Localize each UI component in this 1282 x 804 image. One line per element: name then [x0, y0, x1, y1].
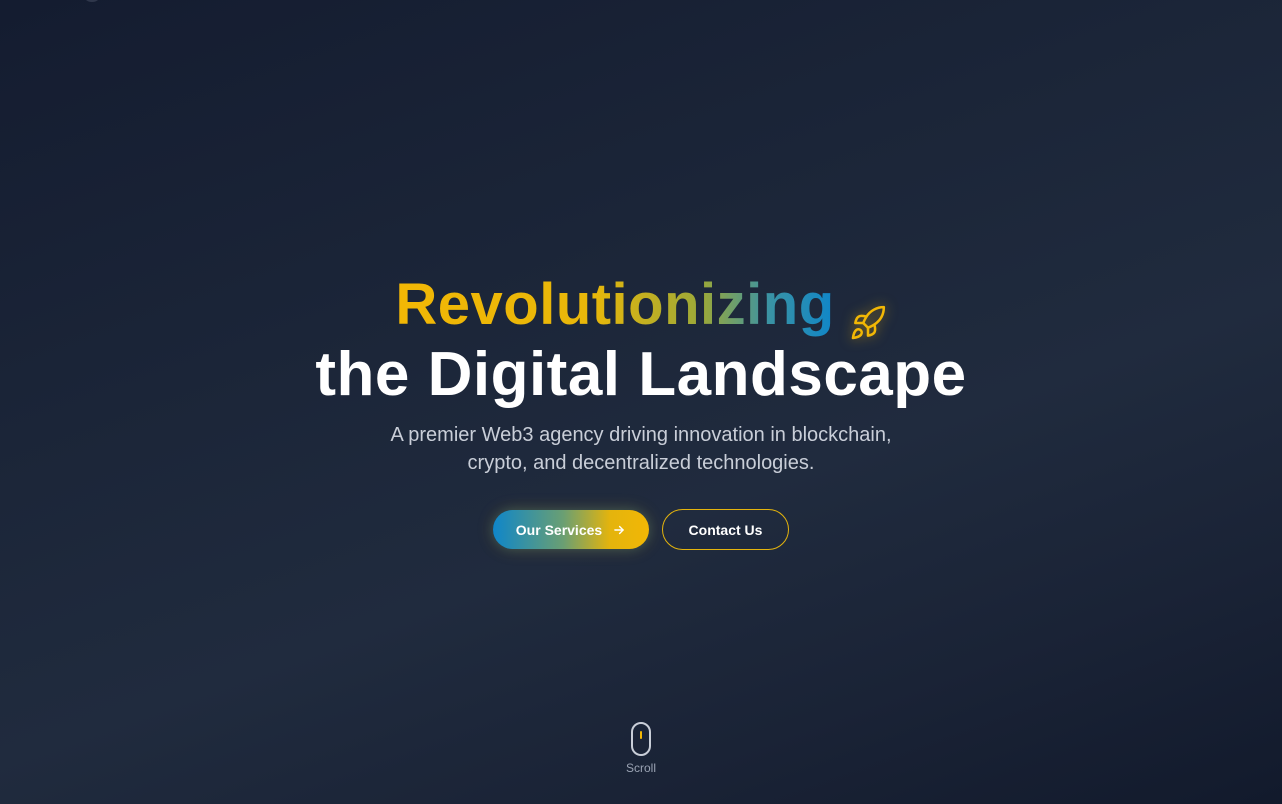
scroll-label: Scroll — [625, 761, 656, 775]
our-services-label: Our Services — [515, 521, 603, 538]
our-services-button[interactable]: Our Services — [493, 510, 649, 549]
hero-subtitle: A premier Web3 agency driving innovation… — [341, 421, 941, 477]
mouse-icon — [631, 722, 651, 756]
logo-mark — [84, 0, 100, 2]
mouse-wheel — [640, 731, 642, 739]
hero-headline: Revolutionizing the Digital Landscape — [0, 270, 1282, 410]
subtitle-line-2: crypto, and decentralized technologies. — [467, 452, 815, 474]
headline-gradient-word: Revolutionizing — [395, 270, 834, 340]
contact-us-button[interactable]: Contact Us — [662, 509, 789, 550]
hero-section: Revolutionizing the Digital Landscape A … — [0, 0, 1282, 804]
headline-line-2: the Digital Landscape — [315, 340, 967, 409]
scroll-indicator[interactable]: Scroll — [616, 722, 666, 778]
headline-line-1: Revolutionizing — [395, 270, 886, 340]
subtitle-line-1: A premier Web3 agency driving innovation… — [390, 424, 892, 446]
rocket-icon — [849, 288, 887, 340]
arrow-right-icon — [612, 523, 626, 537]
